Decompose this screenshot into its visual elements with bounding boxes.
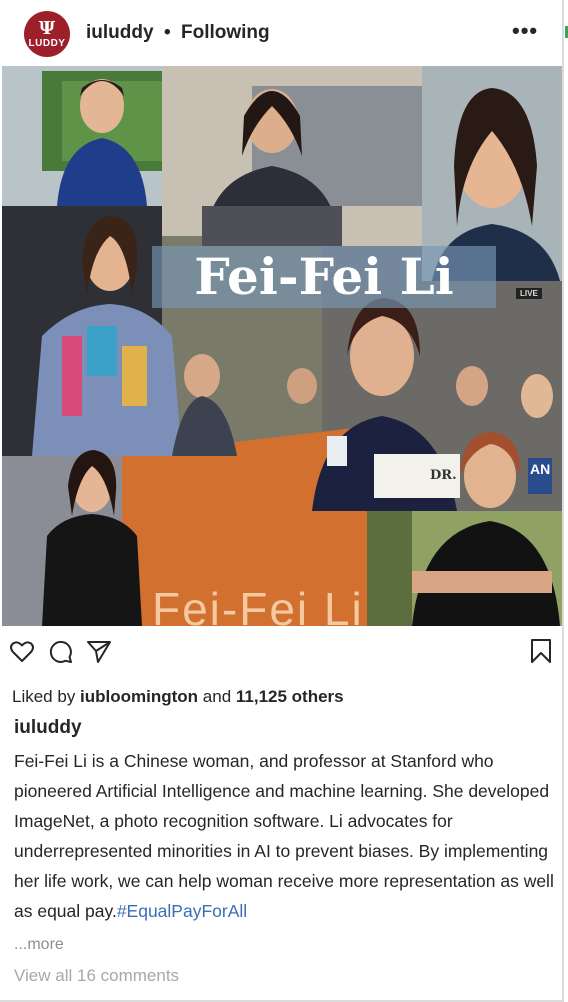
liked-by-user[interactable]: iubloomington [80, 687, 198, 706]
event-card: AN [528, 458, 552, 494]
post-username[interactable]: iuluddy [86, 22, 154, 44]
avatar-brand-text: LUDDY [28, 37, 66, 49]
comment-icon[interactable] [48, 639, 74, 665]
event-card-text: AN [530, 461, 551, 477]
bookmark-icon[interactable] [530, 638, 552, 664]
view-comments-link[interactable]: View all 16 comments [14, 966, 179, 986]
avatar[interactable]: Ψ LUDDY [24, 11, 70, 57]
hashtag-link[interactable]: #EqualPayForAll [117, 901, 247, 921]
post-header: Ψ LUDDY iuluddy • Following ••• [0, 0, 562, 66]
more-options-icon[interactable]: ••• [512, 18, 538, 44]
collage-art [2, 66, 562, 626]
iu-trident-logo: Ψ [38, 17, 56, 39]
heart-icon[interactable] [9, 639, 35, 665]
more-link[interactable]: ...more [14, 936, 64, 954]
following-button[interactable]: Following [181, 22, 270, 44]
nameplate-text: DR. [430, 468, 457, 483]
likes-middle: and [198, 687, 236, 706]
likes-summary: Liked by iubloomington and 11,125 others [12, 687, 344, 707]
send-icon[interactable] [86, 639, 112, 665]
likes-count[interactable]: 11,125 others [236, 687, 344, 706]
post-image[interactable]: Fei-Fei Li LIVE DR. AN Fei-Fei Li [2, 66, 562, 626]
live-badge: LIVE [516, 288, 542, 299]
caption-text-block: Fei-Fei Li is a Chinese woman, and profe… [14, 746, 554, 926]
caption-text: Fei-Fei Li is a Chinese woman, and profe… [14, 751, 554, 921]
overlay-title: Fei-Fei Li [194, 247, 454, 306]
nameplate: DR. [374, 454, 460, 498]
caption-username[interactable]: iuluddy [14, 717, 82, 739]
action-bar [0, 628, 562, 676]
header-separator: • [164, 22, 171, 43]
stage-banner-text: Fei-Fei Li [152, 583, 364, 626]
likes-prefix: Liked by [12, 687, 81, 706]
